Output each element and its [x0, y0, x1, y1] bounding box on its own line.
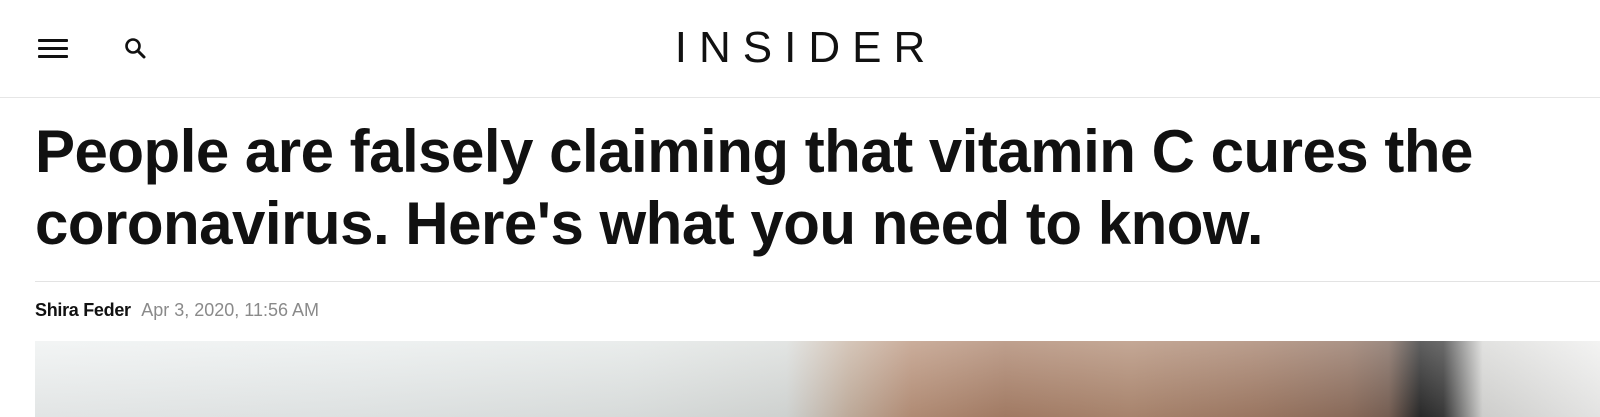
hero-image-overlay	[35, 341, 1600, 417]
hero-image	[35, 341, 1600, 417]
insider-logo[interactable]: INSIDER	[0, 24, 1600, 72]
headline-divider	[35, 281, 1600, 282]
article-headline: People are falsely claiming that vitamin…	[35, 118, 1473, 257]
byline: Shira Feder Apr 3, 2020, 11:56 AM	[35, 298, 319, 322]
author-link[interactable]: Shira Feder	[35, 300, 131, 320]
publish-date: Apr 3, 2020, 11:56 AM	[141, 300, 319, 320]
article-page: INSIDER People are falsely claiming that…	[0, 0, 1600, 417]
site-header: INSIDER	[0, 0, 1600, 98]
